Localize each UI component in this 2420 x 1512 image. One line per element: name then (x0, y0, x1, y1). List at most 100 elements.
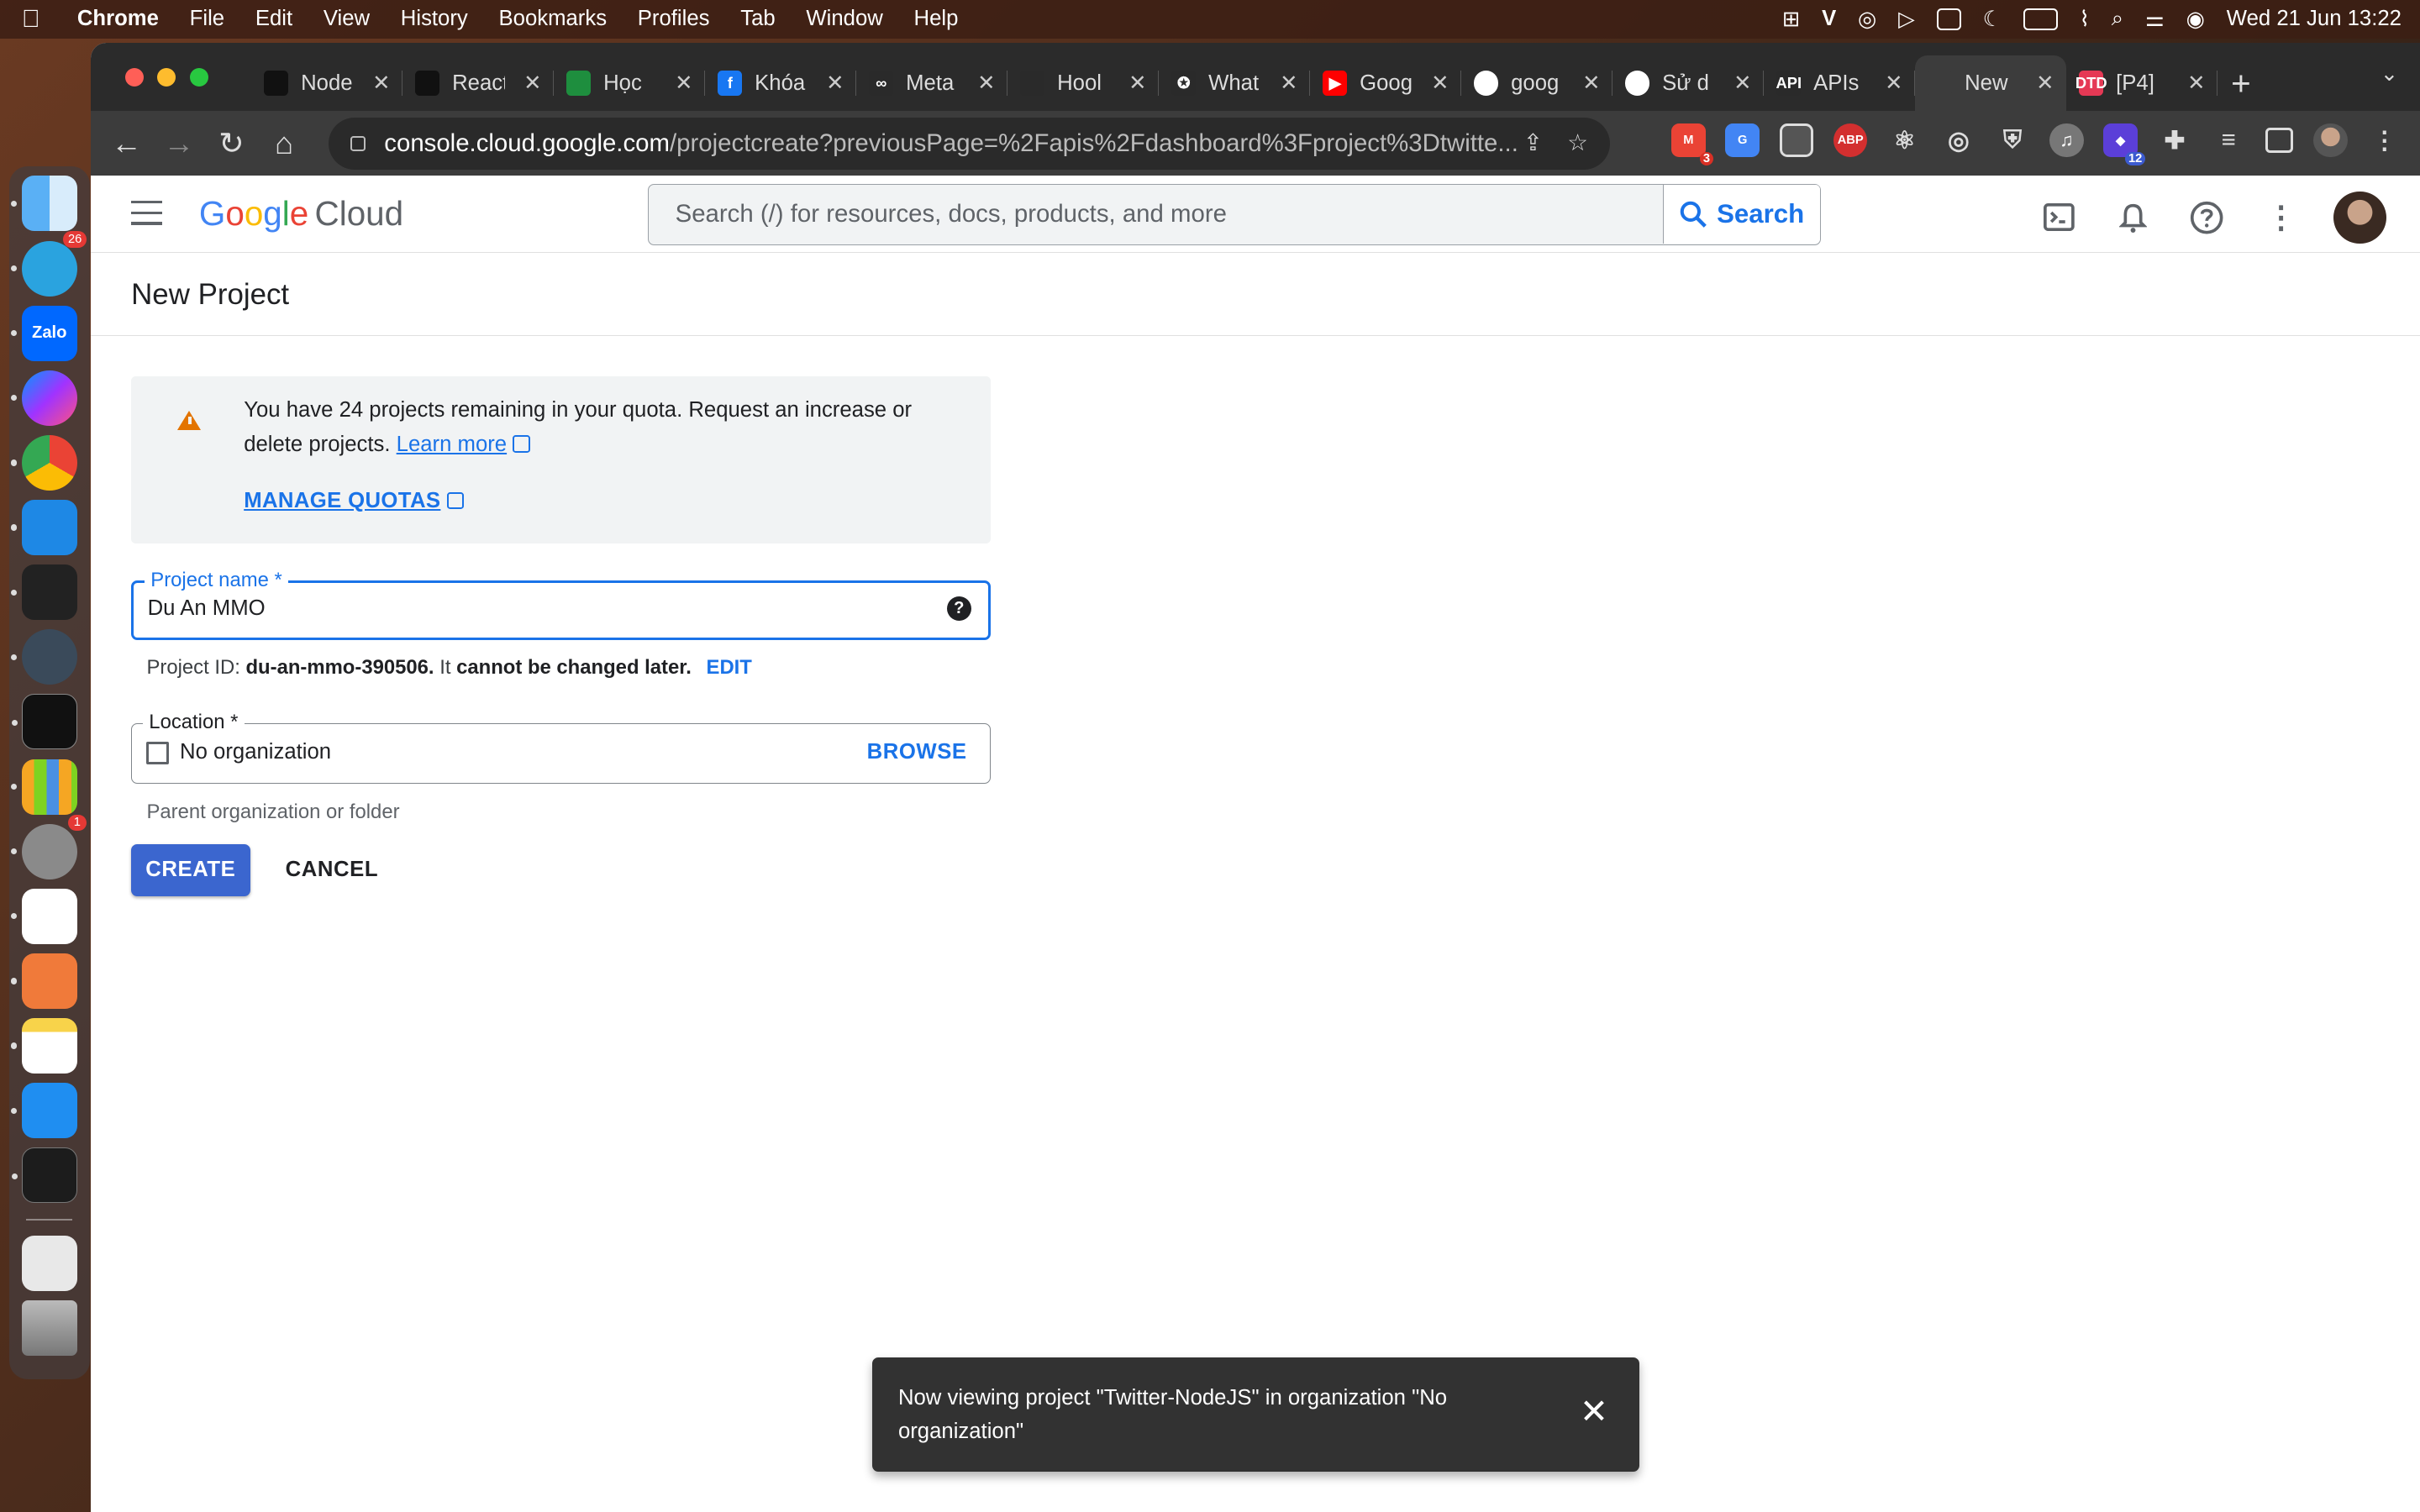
menu-tab[interactable]: Tab (725, 7, 791, 31)
menu-edit[interactable]: Edit (239, 7, 308, 31)
tab-close-icon[interactable]: ✕ (1885, 71, 1903, 96)
manage-quotas-link[interactable]: MANAGE QUOTAS (244, 489, 464, 513)
address-bar[interactable]: console.cloud.google.com/projectcreate?p… (329, 117, 1610, 171)
trash-icon[interactable] (21, 1300, 77, 1357)
v-tray-icon[interactable]: V (1822, 7, 1836, 31)
project-name-field[interactable]: Project name * Du An MMO ? (131, 569, 992, 641)
zoom-window-button[interactable] (189, 67, 208, 87)
gmail-extension-icon[interactable]: M3 (1671, 123, 1713, 165)
project-name-input[interactable]: Du An MMO (148, 596, 266, 621)
back-arrow-icon[interactable]: ← (100, 118, 152, 170)
project-name-help-icon[interactable]: ? (946, 596, 971, 622)
zalo-icon[interactable]: Zalo (10, 305, 77, 361)
browser-tab[interactable]: React ✕ (402, 55, 555, 111)
create-button[interactable]: CREATE (131, 843, 250, 897)
siri-icon[interactable]: ◉ (2186, 7, 2205, 32)
lock-icon[interactable] (350, 135, 366, 151)
cloud-shell-icon[interactable] (2038, 196, 2081, 239)
translate-extension-icon[interactable]: G (1725, 123, 1760, 158)
tab-close-icon[interactable]: ✕ (1733, 71, 1752, 96)
tab-close-icon[interactable]: ✕ (1431, 71, 1449, 96)
figma-tray-icon[interactable]: ⊞ (1782, 7, 1801, 32)
proxyman-icon[interactable] (10, 629, 77, 685)
tab-close-icon[interactable]: ✕ (1582, 71, 1601, 96)
browser-tab[interactable]: Sử d ✕ (1612, 55, 1765, 111)
notes-icon[interactable] (10, 1018, 77, 1074)
spotlight-search-icon[interactable]: ⌕ (2112, 7, 2123, 32)
menu-app-name[interactable]: Chrome (61, 7, 174, 31)
side-panel-icon[interactable] (2265, 128, 2294, 153)
cancel-button[interactable]: CANCEL (273, 844, 391, 896)
control-center-icon[interactable]: ⚌ (2145, 7, 2165, 32)
browser-tab[interactable]: Hool ✕ (1007, 55, 1160, 111)
account-avatar[interactable] (2333, 191, 2386, 244)
messenger-icon[interactable] (10, 370, 77, 426)
chrome-icon[interactable] (10, 434, 77, 491)
location-field[interactable]: Location * No organization BROWSE (131, 710, 992, 785)
target-extension-icon[interactable]: ◎ (1942, 123, 1975, 157)
chrome-menu-icon[interactable]: ⋮ (2367, 123, 2401, 157)
learn-more-link[interactable]: Learn more (397, 433, 507, 456)
documents-stack-icon[interactable] (21, 1235, 77, 1292)
shield-extension-icon[interactable]: ⛨ (1996, 123, 2029, 157)
wifi-off-icon[interactable]: ⌇ (2080, 7, 2091, 32)
home-icon[interactable]: ⌂ (258, 118, 310, 170)
vscode-icon[interactable] (10, 500, 77, 556)
tab-close-icon[interactable]: ✕ (1280, 71, 1298, 96)
apple-icon[interactable]:  (0, 5, 61, 34)
browser-tab[interactable]: ▶ Goog ✕ (1310, 55, 1462, 111)
browser-tab[interactable]: Node ✕ (251, 55, 403, 111)
menu-file[interactable]: File (174, 7, 239, 31)
music-extension-icon[interactable]: ♫ (2049, 123, 2084, 158)
tab-close-icon[interactable]: ✕ (372, 71, 391, 96)
search-input[interactable] (649, 200, 1663, 229)
tab-close-icon[interactable]: ✕ (2187, 71, 2206, 96)
browser-tab[interactable]: goog ✕ (1461, 55, 1613, 111)
terminal-icon[interactable] (11, 694, 77, 750)
pencil-app-icon[interactable] (10, 953, 77, 1009)
tab-close-icon[interactable]: ✕ (1128, 71, 1147, 96)
browse-button[interactable]: BROWSE (867, 740, 967, 764)
tab-close-icon[interactable]: ✕ (977, 71, 996, 96)
figma-icon[interactable] (10, 564, 77, 621)
browser-tab[interactable]: ✪ What ✕ (1159, 55, 1311, 111)
tab-close-icon[interactable]: ✕ (826, 71, 844, 96)
reading-list-icon[interactable]: ≡ (2212, 123, 2245, 157)
browser-tab[interactable]: Học ✕ (554, 55, 706, 111)
telegram-icon[interactable]: 26 (10, 231, 87, 297)
menu-window[interactable]: Window (791, 7, 898, 31)
launchpad-icon[interactable] (10, 759, 77, 815)
adblock-plus-icon[interactable]: ABP (1833, 123, 1868, 158)
browser-tab[interactable]: New ✕ (1915, 55, 2067, 112)
moon-icon[interactable]: ☾ (1983, 7, 2002, 32)
profile-avatar[interactable] (2313, 123, 2348, 158)
hamburger-menu-icon[interactable] (131, 200, 162, 226)
play-tray-icon[interactable]: ▷ (1898, 7, 1915, 32)
bookmark-star-icon[interactable]: ☆ (1567, 129, 1588, 156)
menu-bar-clock[interactable]: Wed 21 Jun 13:22 (2227, 7, 2402, 31)
diamond-extension-icon[interactable]: ◆ 12 (2103, 123, 2145, 165)
activity-monitor-icon[interactable] (11, 1147, 77, 1204)
react-devtools-icon[interactable]: ⚛ (1887, 123, 1921, 157)
close-window-button[interactable] (124, 67, 144, 87)
tab-close-icon[interactable]: ✕ (2036, 71, 2054, 96)
tab-close-icon[interactable]: ✕ (675, 71, 693, 96)
reload-icon[interactable]: ↻ (205, 118, 257, 170)
tab-close-icon[interactable]: ✕ (523, 71, 542, 96)
menu-help[interactable]: Help (898, 7, 974, 31)
menu-bookmarks[interactable]: Bookmarks (483, 7, 622, 31)
share-icon[interactable]: ⇪ (1523, 129, 1543, 156)
tab-search-chevron-icon[interactable]: ⌄ (2381, 61, 2399, 87)
calendar-tray-icon[interactable] (1936, 8, 1961, 30)
browser-tab[interactable]: f Khóa ✕ (705, 55, 857, 111)
menu-view[interactable]: View (308, 7, 385, 31)
menu-history[interactable]: History (385, 7, 483, 31)
search-button[interactable]: Search (1662, 185, 1821, 244)
puzzle-extensions-icon[interactable]: ✚ (2158, 123, 2191, 157)
notifications-bell-icon[interactable] (2112, 196, 2154, 239)
finder-icon[interactable] (10, 176, 77, 232)
qr-code-extension-icon[interactable] (1779, 123, 1814, 158)
snackbar-close-icon[interactable]: ✕ (1580, 1394, 1608, 1428)
battery-icon[interactable] (2023, 8, 2058, 30)
help-icon[interactable] (2186, 196, 2228, 239)
